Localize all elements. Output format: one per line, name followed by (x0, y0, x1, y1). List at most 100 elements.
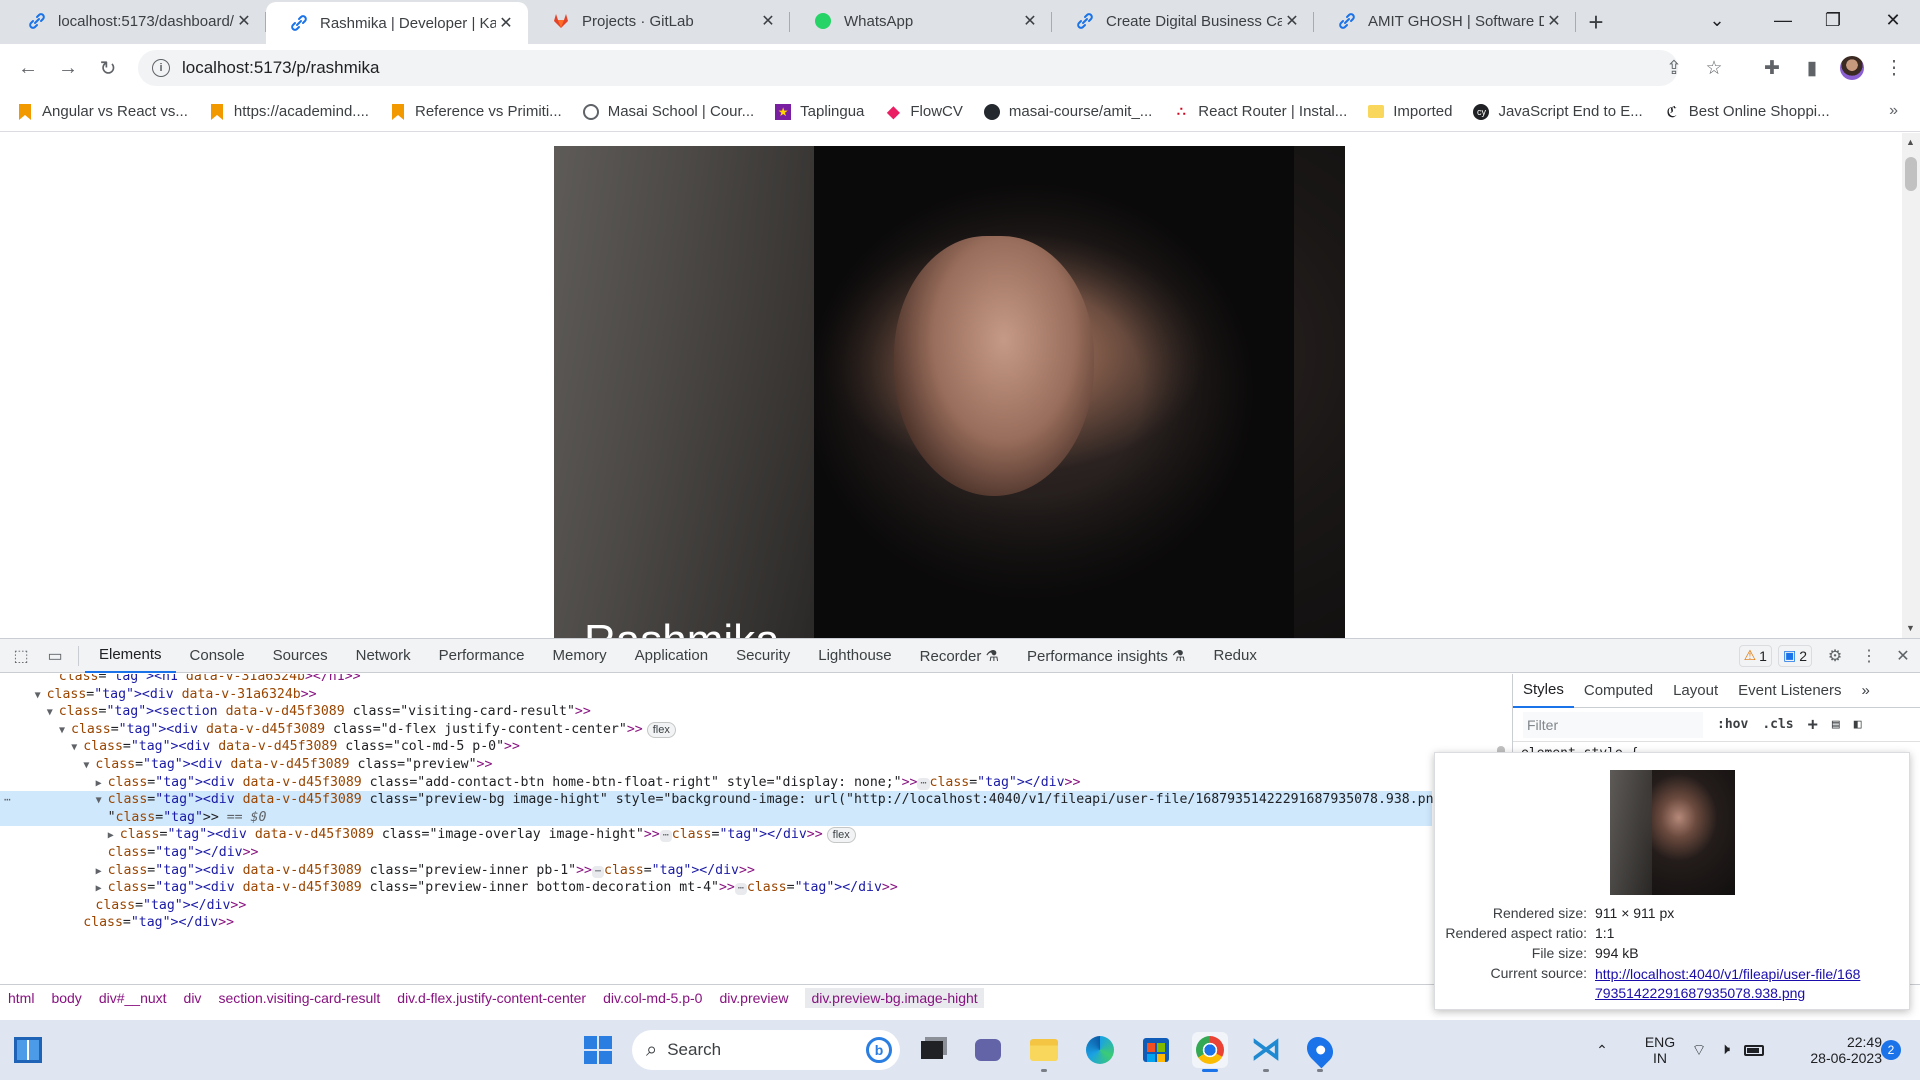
browser-tab[interactable]: Projects · GitLab ✕ (528, 2, 790, 40)
dom-node-line[interactable]: ▼ class="tag"><div data-v-31a6324b>> (0, 686, 1432, 704)
node-actions-icon[interactable]: ⋯ (4, 791, 11, 809)
breadcrumb-item[interactable]: section.visiting-card-result (218, 988, 380, 1008)
volume-icon[interactable]: 🕨 (1712, 1020, 1738, 1080)
styles-filter-input[interactable]: Filter (1523, 711, 1703, 738)
browser-tab[interactable]: Rashmika | Developer | Kart ✕ (266, 2, 528, 44)
inspect-element-icon[interactable]: ⬚ (4, 639, 38, 673)
devtools-tab-elements[interactable]: Elements (85, 639, 176, 673)
back-button[interactable]: ← (8, 48, 48, 88)
close-tab-icon[interactable]: ✕ (1282, 11, 1302, 31)
breadcrumb-item[interactable]: div.preview-bg.image-hight (805, 987, 984, 1008)
site-info-icon[interactable]: i (152, 59, 170, 77)
dom-node-line[interactable]: ▶ class="tag"><div data-v-d45f3089 class=… (0, 862, 1432, 880)
flex-badge[interactable]: flex (826, 827, 856, 844)
flex-badge[interactable]: flex (646, 721, 676, 738)
battery-icon[interactable] (1740, 1020, 1768, 1080)
class-toggle-button[interactable]: .cls (1762, 717, 1793, 732)
collapsed-children-icon[interactable]: ⋯ (659, 830, 672, 843)
styles-tab-styles[interactable]: Styles (1513, 674, 1574, 708)
devtools-close-icon[interactable]: ✕ (1886, 639, 1920, 673)
dom-node-line[interactable]: "class="tag">> == $0 (0, 808, 1432, 827)
language-indicator[interactable]: ENG IN (1636, 1020, 1684, 1080)
more-bookmarks-icon[interactable]: » (1889, 102, 1898, 120)
devtools-tab-performance-insights[interactable]: Performance insights ⚗ (1013, 639, 1200, 673)
bookmark-item[interactable]: ◆ FlowCV (884, 103, 963, 121)
close-window-button[interactable]: ✕ (1870, 0, 1916, 40)
forward-button[interactable]: → (48, 48, 88, 88)
dom-node-line[interactable]: ▼ class="tag"><div data-v-d45f3089 class=… (0, 721, 1432, 739)
widgets-icon[interactable] (10, 1032, 46, 1068)
start-windows-icon[interactable] (580, 1032, 616, 1068)
collapsed-children-icon[interactable]: ⋯ (917, 777, 930, 790)
close-tab-icon[interactable]: ✕ (1020, 11, 1040, 31)
bookmark-item[interactable]: Reference vs Primiti... (389, 103, 562, 121)
profile-avatar[interactable] (1840, 56, 1864, 80)
edge-icon[interactable] (1082, 1032, 1118, 1068)
devtools-tab-lighthouse[interactable]: Lighthouse (804, 639, 905, 673)
bookmark-item[interactable]: Imported (1367, 103, 1452, 121)
vscode-icon[interactable]: ⋊ (1248, 1032, 1284, 1072)
side-panel-icon[interactable]: ▮ (1800, 56, 1824, 80)
show-hidden-icons[interactable]: ⌃ (1590, 1020, 1614, 1080)
computed-toggle-icon[interactable]: ▤ (1832, 717, 1840, 732)
share-icon[interactable]: ⇪ (1662, 56, 1686, 80)
breadcrumb-item[interactable]: html (8, 988, 34, 1008)
dom-node-line[interactable]: ▼ class="tag"><div data-v-d45f3089 class=… (0, 756, 1432, 774)
dom-node-line[interactable]: class="tag"><h1 data-v-31a6324b></h1>> (0, 674, 1432, 686)
devtools-menu-icon[interactable]: ⋮ (1852, 639, 1886, 673)
expand-toggle-icon[interactable]: ▼ (96, 792, 108, 810)
bookmark-item[interactable]: Angular vs React vs... (16, 103, 188, 121)
bookmark-item[interactable]: ℭ Best Online Shoppi... (1663, 103, 1829, 121)
expand-toggle-icon[interactable]: ▶ (108, 827, 120, 845)
minimize-button[interactable]: — (1760, 0, 1806, 40)
devtools-tab-recorder[interactable]: Recorder ⚗ (906, 639, 1013, 673)
chrome-icon[interactable] (1192, 1032, 1228, 1072)
devtools-settings-icon[interactable]: ⚙ (1818, 639, 1852, 673)
breadcrumb-item[interactable]: body (51, 988, 81, 1008)
styles-tab-layout[interactable]: Layout (1663, 674, 1728, 708)
file-explorer-icon[interactable] (1026, 1032, 1062, 1072)
breadcrumb-item[interactable]: div (184, 988, 202, 1008)
sidebar-toggle-icon[interactable]: ◧ (1854, 717, 1862, 732)
new-rule-icon[interactable]: + (1808, 715, 1818, 735)
taskbar-search[interactable]: ⌕ Search b (632, 1030, 900, 1070)
dom-node-line[interactable]: class="tag"></div>> (0, 844, 1432, 862)
scrollbar-thumb[interactable] (1905, 157, 1917, 191)
expand-toggle-icon[interactable]: ▶ (96, 775, 108, 793)
styles-tab-event-listeners[interactable]: Event Listeners (1728, 674, 1851, 708)
bookmark-item[interactable]: cy JavaScript End to E... (1472, 103, 1643, 121)
dom-node-line[interactable]: ▶ class="tag"><div data-v-d45f3089 class=… (0, 879, 1432, 897)
bookmark-item[interactable]: ★ Taplingua (774, 103, 864, 121)
reload-button[interactable]: ↻ (88, 48, 128, 88)
collapsed-children-icon[interactable]: ⋯ (591, 865, 604, 878)
collapsed-children-icon[interactable]: ⋯ (734, 883, 747, 896)
breadcrumb-item[interactable]: div#__nuxt (99, 988, 167, 1008)
microsoft-store-icon[interactable] (1138, 1032, 1174, 1068)
browser-tab[interactable]: localhost:5173/dashboard/i ✕ (4, 2, 266, 40)
bookmark-item[interactable]: https://academind.... (208, 103, 369, 121)
devtools-tab-network[interactable]: Network (342, 639, 425, 673)
warnings-badge[interactable]: ⚠ 1 (1738, 644, 1772, 667)
dom-node-line[interactable]: ▼ class="tag"><section data-v-d45f3089 cl… (0, 703, 1432, 721)
close-tab-icon[interactable]: ✕ (496, 13, 516, 33)
current-source-link[interactable]: http://localhost:4040/v1/fileapi/user-fi… (1595, 965, 1895, 1005)
breadcrumb-item[interactable]: div.d-flex.justify-content-center (397, 988, 586, 1008)
new-tab-button[interactable]: + (1576, 2, 1616, 42)
expand-toggle-icon[interactable]: ▼ (83, 757, 95, 775)
browser-tab[interactable]: WhatsApp ✕ (790, 2, 1052, 40)
teams-chat-icon[interactable] (970, 1032, 1006, 1068)
dom-node-line[interactable]: ▼ class="tag"><div data-v-d45f3089 class=… (0, 738, 1432, 756)
chrome-menu-icon[interactable]: ⋮ (1882, 56, 1906, 80)
expand-toggle-icon[interactable]: ▶ (96, 863, 108, 881)
expand-toggle-icon[interactable]: ▼ (35, 687, 47, 705)
breadcrumb-item[interactable]: div.col-md-5.p-0 (603, 988, 702, 1008)
wifi-icon[interactable]: ⌔ (1686, 1020, 1712, 1080)
maps-pin-icon[interactable] (1301, 1031, 1339, 1072)
bookmark-item[interactable]: ∴ React Router | Instal... (1172, 103, 1347, 121)
notification-center[interactable]: 2 (1874, 1020, 1908, 1080)
tab-search-button[interactable]: ⌄ (1694, 0, 1740, 40)
browser-tab[interactable]: AMIT GHOSH | Software De ✕ (1314, 2, 1576, 40)
bookmark-item[interactable]: Masai School | Cour... (582, 103, 754, 121)
dom-node-line[interactable]: ▶ class="tag"><div data-v-d45f3089 class=… (0, 826, 1432, 844)
more-tabs-icon[interactable]: » (1852, 674, 1880, 708)
